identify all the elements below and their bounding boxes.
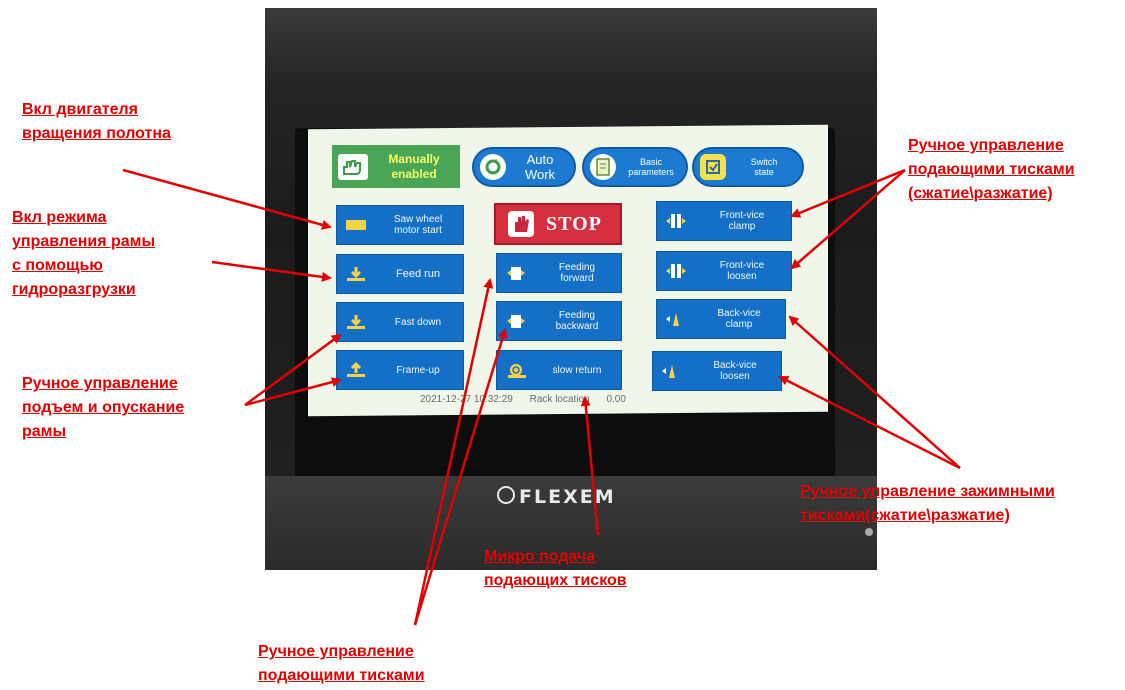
arrow-frame-up [244, 377, 342, 407]
arrow-feed-run [211, 260, 332, 282]
arrow-feeding-forward [413, 278, 494, 626]
annotation-micro-feed: Микро подача подающих тисков [484, 548, 627, 589]
annotation-feed-manual: Ручное управление подающими тисками [258, 643, 425, 684]
arrow-front-vice-loosen [790, 169, 906, 270]
annotation-frame-manual: Ручное управление подъем и опускание рам… [22, 375, 185, 440]
annotation-feed-vices: Ручное управление подающими тисками (сжа… [908, 137, 1075, 202]
annotation-clamp-vices: Ручное управление зажимными тисками(сжат… [800, 483, 1055, 524]
arrow-back-vice-loosen [778, 375, 961, 470]
arrow-back-vice-clamp [788, 315, 961, 469]
arrow-slow-return [580, 396, 600, 536]
annotation-saw-motor: Вкл двигателя вращения полотна [22, 101, 171, 142]
arrow-fast-down [244, 333, 342, 407]
arrow-front-vice-clamp [790, 168, 906, 218]
annotation-frame-mode: Вкл режима управления рамы с помощью гид… [12, 209, 156, 298]
